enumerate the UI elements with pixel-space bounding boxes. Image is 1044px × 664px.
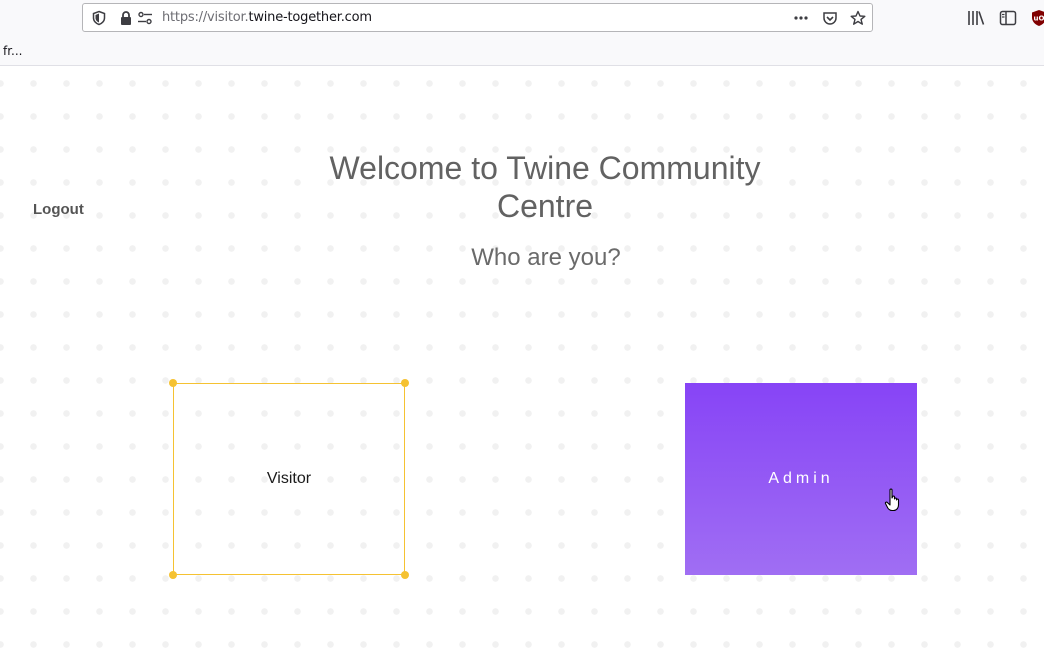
- pocket-icon[interactable]: [822, 10, 838, 26]
- url-prefix: https://visitor.: [162, 10, 249, 25]
- url-bar[interactable]: https://visitor.twine-together.com: [82, 3, 873, 32]
- visitor-card-label: Visitor: [266, 470, 312, 487]
- page-subtitle: Who are you?: [471, 244, 621, 271]
- bookmark-item[interactable]: fr...: [3, 44, 23, 58]
- selection-handle: [401, 571, 409, 579]
- ublock-icon[interactable]: uO: [1030, 9, 1044, 27]
- page-title: Welcome to Twine Community Centre: [329, 150, 761, 224]
- bookmark-star-icon[interactable]: [850, 10, 866, 26]
- hand-cursor-icon: [884, 488, 900, 512]
- logout-link[interactable]: Logout: [33, 201, 84, 218]
- permissions-icon[interactable]: [137, 10, 153, 26]
- url-text[interactable]: https://visitor.twine-together.com: [162, 10, 372, 25]
- admin-card[interactable]: Admin: [685, 383, 917, 575]
- page-content: Logout Welcome to Twine Community Centre…: [0, 67, 1044, 664]
- browser-toolbar: https://visitor.twine-together.com uO: [0, 0, 1044, 36]
- shield-icon[interactable]: [91, 10, 107, 26]
- visitor-card[interactable]: Visitor: [169, 379, 409, 579]
- selection-handle: [401, 379, 409, 387]
- admin-card-label: Admin: [768, 470, 834, 487]
- lock-icon[interactable]: [118, 10, 134, 26]
- bookmarks-bar: fr...: [0, 36, 1044, 66]
- sidebar-icon[interactable]: [999, 9, 1017, 27]
- selection-handle: [169, 571, 177, 579]
- url-host: twine-together.com: [248, 10, 372, 25]
- svg-text:uO: uO: [1034, 15, 1044, 23]
- library-icon[interactable]: [967, 9, 985, 27]
- selection-handle: [169, 379, 177, 387]
- more-icon[interactable]: [793, 10, 809, 26]
